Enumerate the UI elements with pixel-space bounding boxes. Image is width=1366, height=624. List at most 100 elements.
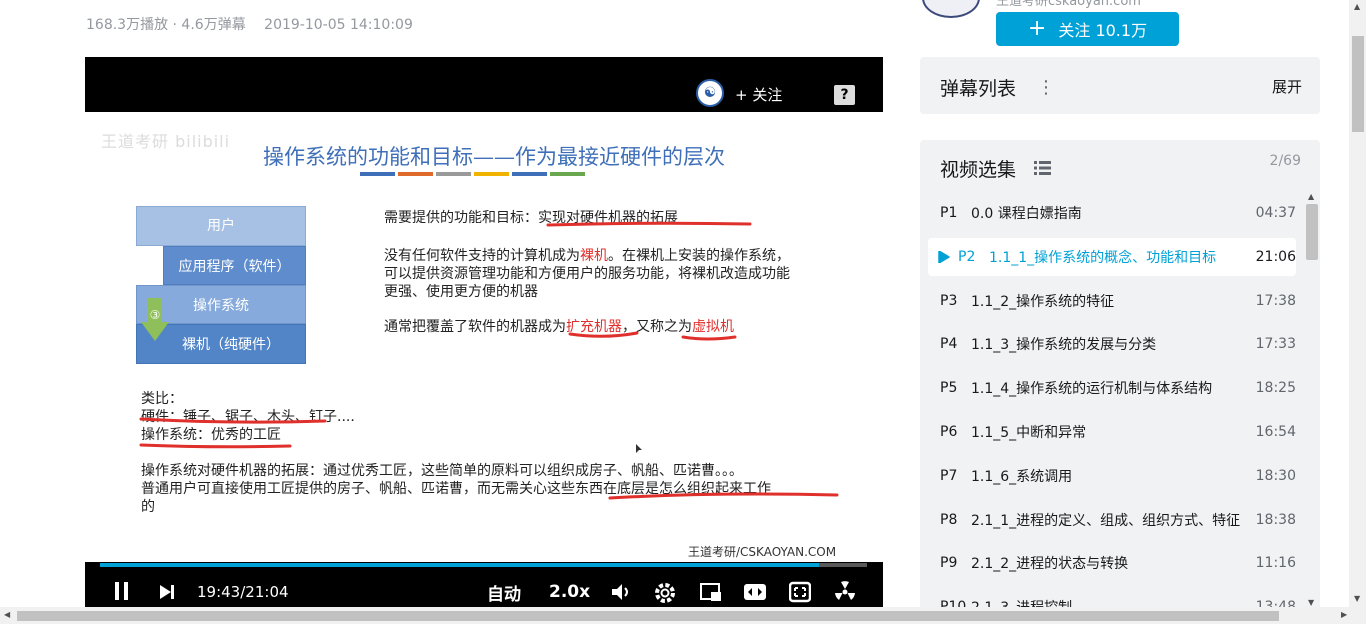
- episode-number: P7: [940, 467, 958, 484]
- episode-title: 1.1_5_中断和异常: [971, 425, 1087, 441]
- episode-number: P9: [940, 555, 958, 572]
- danmaku-expand-button[interactable]: 展开: [1272, 76, 1302, 97]
- page-horizontal-scroll-thumb[interactable]: [17, 611, 1279, 621]
- list-item[interactable]: P6 1.1_5_中断和异常 16:54: [928, 413, 1296, 451]
- danmaku-panel: 弹幕列表 ⋮ 展开: [920, 57, 1320, 114]
- slide-watermark: 王道考研 bilibili: [101, 132, 231, 151]
- page-vertical-scroll-thumb[interactable]: [1352, 36, 1364, 132]
- svg-text:③: ③: [150, 308, 161, 322]
- volume-icon[interactable]: [610, 581, 632, 603]
- episode-duration: 18:30: [1255, 467, 1296, 484]
- episode-panel: 视频选集 2/69 P1 0.0 课程白嫖指南 04:37 P2 1.1_1_操作系统的…: [920, 140, 1320, 624]
- page-scroll-left-icon[interactable]: ◀: [4, 610, 10, 619]
- episode-duration: 17:33: [1255, 336, 1296, 353]
- episode-title: 1.1_2_操作系统的特征: [971, 293, 1115, 310]
- publish-date: 2019-10-05 14:10:09: [264, 17, 413, 33]
- episode-number: P1: [940, 205, 958, 221]
- plus-icon: +: [1027, 16, 1047, 41]
- progress-fill: [100, 563, 819, 567]
- episode-duration: 11:16: [1255, 555, 1296, 572]
- episode-title: 1.1_4_操作系统的运行机制与体系结构: [971, 381, 1213, 398]
- episode-number: P2: [958, 248, 976, 265]
- episode-number: P4: [940, 336, 958, 353]
- mouse-cursor-icon: [636, 444, 642, 453]
- radiation-icon[interactable]: [833, 579, 857, 603]
- episode-duration: 18:38: [1255, 511, 1296, 528]
- episode-title: 0.0 课程白嫖指南: [971, 206, 1082, 222]
- list-item[interactable]: P1 0.0 课程白嫖指南 04:37: [928, 194, 1296, 232]
- title-bar-6: [550, 172, 585, 176]
- more-options-icon[interactable]: ⋮: [1037, 77, 1055, 98]
- page-scroll-right-icon[interactable]: ▶: [1341, 610, 1347, 619]
- episode-title: 视频选集: [940, 159, 1017, 181]
- episode-title: 2.1_2_进程的状态与转换: [971, 556, 1129, 573]
- episode-title: 2.1_1_进程的定义、组成、组织方式、特征: [971, 512, 1241, 529]
- episode-title: 1.1_6_系统调用: [971, 468, 1073, 485]
- episode-number: P6: [940, 424, 958, 440]
- slide-para-2: 没有任何软件支持的计算机成为裸机。在裸机上安装的操作系统， 可以提供资源管理功能…: [384, 248, 790, 300]
- list-item[interactable]: P4 1.1_3_操作系统的发展与分类 17:33: [928, 325, 1296, 363]
- uploader-name[interactable]: 王道考研cskaoyan.com: [996, 0, 1141, 9]
- slide-analogy: 类比： 硬件：锤子、锯子、木头、钉子.... 操作系统：优秀的工匠: [141, 391, 355, 443]
- down-arrow-icon: ③: [141, 298, 169, 341]
- time-display: 19:43 / 21:04: [197, 583, 289, 601]
- episode-number: P8: [940, 511, 958, 528]
- picture-in-picture-icon[interactable]: [699, 581, 723, 603]
- title-bar-3: [436, 172, 471, 176]
- list-icon[interactable]: [1034, 161, 1051, 175]
- page-scroll-up-icon[interactable]: ▲: [1354, 2, 1360, 11]
- danmaku-title: 弹幕列表: [940, 78, 1017, 100]
- list-item[interactable]: P3 1.1_2_操作系统的特征 17:38: [928, 282, 1296, 320]
- slide-para-3: 通常把覆盖了软件的机器成为扩充机器，又称之为虚拟机: [384, 319, 734, 335]
- list-item[interactable]: P7 1.1_6_系统调用 18:30: [928, 457, 1296, 495]
- fullscreen-icon[interactable]: [789, 581, 811, 603]
- episode-list-scrollbar[interactable]: [1306, 204, 1318, 260]
- title-bar-5: [512, 172, 547, 176]
- quality-button[interactable]: 自动: [487, 575, 521, 607]
- title-bar-2: [398, 172, 433, 176]
- follow-label: 关注 10.1万: [1058, 21, 1148, 40]
- episode-duration: 17:38: [1255, 292, 1296, 309]
- list-item[interactable]: P2 1.1_1_操作系统的概念、功能和目标 21:06: [928, 237, 1296, 276]
- slide-content: 王道考研 bilibili 操作系统的功能和目标——作为最接近硬件的层次 用户 …: [85, 112, 883, 562]
- video-meta: 168.3万播放 · 4.6万弹幕 2019-10-05 14:10:09: [86, 14, 427, 34]
- episode-count: 2/69: [1269, 153, 1301, 169]
- follow-button[interactable]: + 关注 10.1万: [996, 12, 1179, 46]
- episode-number: P5: [940, 380, 958, 397]
- layer-user: 用户: [136, 206, 306, 246]
- channel-logo-icon[interactable]: ☯: [696, 79, 724, 107]
- progress-bar[interactable]: [100, 563, 867, 567]
- playing-icon: [938, 250, 950, 263]
- pause-icon[interactable]: [113, 580, 131, 602]
- slide-para-1: 需要提供的功能和目标：实现对硬件机器的拓展: [384, 210, 678, 226]
- scroll-up-arrow-icon[interactable]: ▲: [1308, 192, 1314, 201]
- episode-duration: 18:25: [1255, 380, 1296, 397]
- list-item[interactable]: P5 1.1_4_操作系统的运行机制与体系结构 18:25: [928, 369, 1296, 407]
- list-item[interactable]: P9 2.1_2_进程的状态与转换 11:16: [928, 544, 1296, 582]
- play-count: 168.3万播放 · 4.6万弹幕: [86, 17, 246, 33]
- scroll-down-arrow-icon[interactable]: ▼: [1308, 598, 1314, 607]
- slide-title: 操作系统的功能和目标——作为最接近硬件的层次: [263, 145, 725, 169]
- help-icon[interactable]: ?: [834, 85, 855, 105]
- video-player[interactable]: ☯ + 关注 ? 王道考研 bilibili 操作系统的功能和目标——作为最接近…: [85, 57, 883, 607]
- next-icon[interactable]: [158, 583, 176, 601]
- settings-gear-icon[interactable]: [653, 581, 677, 605]
- slide-para-4: 操作系统对硬件机器的拓展：通过优秀工匠，这些简单的原料可以组织成房子、帆船、匹诺…: [141, 463, 771, 515]
- channel-follow-button[interactable]: + 关注: [735, 84, 782, 105]
- widescreen-icon[interactable]: [743, 581, 767, 603]
- title-bar-1: [360, 172, 395, 176]
- episode-title: 1.1_1_操作系统的概念、功能和目标: [989, 249, 1217, 266]
- episode-number: P3: [940, 292, 958, 309]
- episode-duration: 04:37: [1255, 205, 1296, 221]
- episode-duration: 16:54: [1255, 424, 1296, 440]
- avatar[interactable]: [922, 0, 980, 18]
- page-scroll-down-icon[interactable]: ▼: [1354, 594, 1360, 603]
- slide-footer: 王道考研/CSKAOYAN.COM: [688, 545, 837, 559]
- speed-button[interactable]: 2.0x: [549, 575, 590, 607]
- duration: 21:04: [245, 583, 289, 601]
- list-item[interactable]: P8 2.1_1_进程的定义、组成、组织方式、特征 18:38: [928, 501, 1296, 539]
- episode-list: P1 0.0 课程白嫖指南 04:37 P2 1.1_1_操作系统的概念、功能和目标 21…: [920, 192, 1304, 612]
- current-time: 19:43: [197, 583, 241, 601]
- episode-title: 1.1_3_操作系统的发展与分类: [971, 337, 1157, 354]
- layer-app: 应用程序（软件）: [163, 246, 306, 285]
